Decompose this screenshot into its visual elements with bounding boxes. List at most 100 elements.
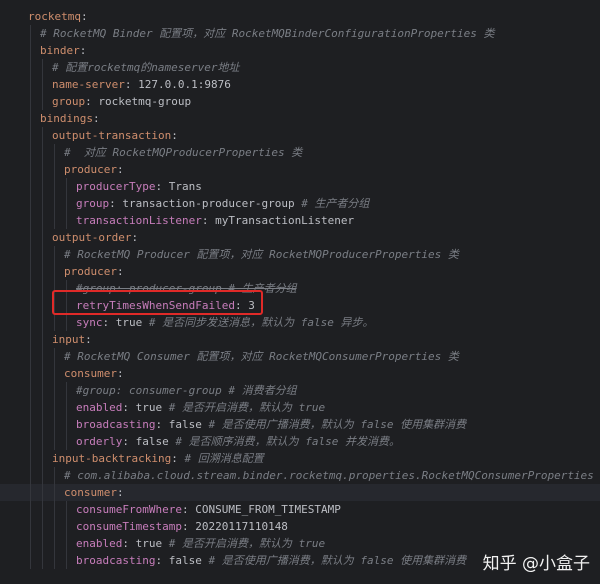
code-line[interactable]: output-order: <box>0 229 600 246</box>
yaml-separator: : <box>102 316 116 329</box>
yaml-comment: # RocketMQ Consumer 配置项，对应 RocketMQConsu… <box>64 350 459 363</box>
code-line[interactable]: # com.alibaba.cloud.stream.binder.rocket… <box>0 467 600 484</box>
indent-guide <box>30 314 31 331</box>
code-line[interactable]: #group: consumer-group # 消费者分组 <box>0 382 600 399</box>
yaml-key: enabled <box>76 401 123 414</box>
code-line[interactable]: input-backtracking: # 回溯消息配置 <box>0 450 600 467</box>
line-content: binder: <box>40 42 86 59</box>
yaml-comment: # RocketMQ Binder 配置项，对应 RocketMQBinderC… <box>40 27 495 40</box>
yaml-key: consumeTimestamp <box>76 520 182 533</box>
line-content: consumeFromWhere: CONSUME_FROM_TIMESTAMP <box>76 501 341 518</box>
watermark: 知乎 @小盒子 <box>482 554 590 574</box>
code-line[interactable]: producer: <box>0 263 600 280</box>
code-line[interactable]: consumer: <box>0 484 600 501</box>
indent-guide <box>30 484 31 501</box>
code-line[interactable]: consumeFromWhere: CONSUME_FROM_TIMESTAMP <box>0 501 600 518</box>
yaml-value: true <box>135 401 169 414</box>
yaml-comment: # 是否使用广播消费，默认为 false 使用集群消费 <box>208 418 467 431</box>
indent-guide <box>30 416 31 433</box>
code-line[interactable]: group: transaction-producer-group # 生产者分… <box>0 195 600 212</box>
code-line[interactable]: producer: <box>0 161 600 178</box>
indent-guide <box>66 212 67 229</box>
yaml-value: true <box>115 316 149 329</box>
line-content: enabled: true # 是否开启消费，默认为 true <box>76 535 325 552</box>
yaml-value: 20220117110148 <box>195 520 288 533</box>
indent-guide <box>66 195 67 212</box>
yaml-key: consumer <box>64 486 117 499</box>
yaml-separator: : <box>85 95 99 108</box>
indent-guide <box>30 382 31 399</box>
line-content: name-server: 127.0.0.1:9876 <box>52 76 231 93</box>
yaml-separator: : <box>79 44 87 57</box>
indent-guide <box>30 450 31 467</box>
yaml-separator: : <box>201 214 216 227</box>
indent-guide <box>30 144 31 161</box>
indent-guide <box>42 59 43 76</box>
yaml-key: group <box>52 95 86 108</box>
line-content: rocketmq: <box>28 8 88 25</box>
yaml-key: producer <box>64 265 117 278</box>
yaml-value: transaction-producer-group <box>122 197 302 210</box>
indent-guide <box>42 535 43 552</box>
yaml-comment: # 是否顺序消费，默认为 false 并发消费。 <box>175 435 400 448</box>
yaml-separator: : <box>116 486 124 499</box>
indent-guide <box>42 399 43 416</box>
code-line[interactable]: # RocketMQ Producer 配置项，对应 RocketMQProdu… <box>0 246 600 263</box>
line-content: producerType: Trans <box>76 178 202 195</box>
indent-guide <box>30 331 31 348</box>
code-line[interactable]: orderly: false # 是否顺序消费，默认为 false 并发消费。 <box>0 433 600 450</box>
code-line[interactable]: broadcasting: false # 是否使用广播消费，默认为 false… <box>0 416 600 433</box>
indent-guide <box>66 518 67 535</box>
indent-guide <box>66 382 67 399</box>
yaml-key: output-transaction <box>52 129 172 142</box>
indent-guide <box>54 365 55 382</box>
code-line[interactable]: rocketmq: <box>0 8 600 25</box>
code-line[interactable]: # 对应 RocketMQProducerProperties 类 <box>0 144 600 161</box>
code-line[interactable]: # RocketMQ Binder 配置项，对应 RocketMQBinderC… <box>0 25 600 42</box>
indent-guide <box>30 212 31 229</box>
code-line[interactable]: input: <box>0 331 600 348</box>
code-line[interactable]: transactionListener: myTransactionListen… <box>0 212 600 229</box>
yaml-key: enabled <box>76 537 123 550</box>
indent-guide <box>54 416 55 433</box>
indent-guide <box>30 263 31 280</box>
code-line[interactable]: enabled: true # 是否开启消费，默认为 true <box>0 399 600 416</box>
code-line[interactable]: # 配置rocketmq的nameserver地址 <box>0 59 600 76</box>
code-line[interactable]: producerType: Trans <box>0 178 600 195</box>
yaml-comment: # com.alibaba.cloud.stream.binder.rocket… <box>64 469 594 482</box>
code-line[interactable]: consumeTimestamp: 20220117110148 <box>0 518 600 535</box>
code-line[interactable]: name-server: 127.0.0.1:9876 <box>0 76 600 93</box>
code-line[interactable]: group: rocketmq-group <box>0 93 600 110</box>
indent-guide <box>42 552 43 569</box>
line-content: #group: consumer-group # 消费者分组 <box>76 382 297 399</box>
yaml-separator: : <box>85 333 92 346</box>
yaml-comment: # 是否同步发送消息，默认为 false 异步。 <box>148 316 374 329</box>
yaml-key: producer <box>64 163 117 176</box>
line-content: producer: <box>64 263 124 280</box>
indent-guide <box>42 314 43 331</box>
code-line[interactable]: output-transaction: <box>0 127 600 144</box>
yaml-value: true <box>135 537 169 550</box>
yaml-separator: : <box>80 10 88 23</box>
line-content: output-transaction: <box>52 127 178 144</box>
line-content: input-backtracking: # 回溯消息配置 <box>52 450 264 467</box>
yaml-key: binder <box>40 44 80 57</box>
indent-guide <box>30 399 31 416</box>
code-line[interactable]: # RocketMQ Consumer 配置项，对应 RocketMQConsu… <box>0 348 600 365</box>
yaml-separator: : <box>181 503 196 516</box>
yaml-comment: # 是否使用广播消费，默认为 false 使用集群消费 <box>208 554 467 567</box>
code-line[interactable]: binder: <box>0 42 600 59</box>
indent-guide <box>66 399 67 416</box>
code-line[interactable]: sync: true # 是否同步发送消息，默认为 false 异步。 <box>0 314 600 331</box>
yaml-separator: : <box>171 129 178 142</box>
code-line[interactable]: consumer: <box>0 365 600 382</box>
yaml-comment: # 生产者分组 <box>301 197 370 210</box>
indent-guide <box>30 110 31 127</box>
yaml-separator: : <box>131 231 139 244</box>
yaml-key: rocketmq <box>28 10 81 23</box>
yaml-separator: : <box>124 78 139 91</box>
code-line[interactable]: bindings: <box>0 110 600 127</box>
yaml-comment: #group: consumer-group # 消费者分组 <box>76 384 297 397</box>
yaml-key: transactionListener <box>76 214 202 227</box>
indent-guide <box>66 178 67 195</box>
